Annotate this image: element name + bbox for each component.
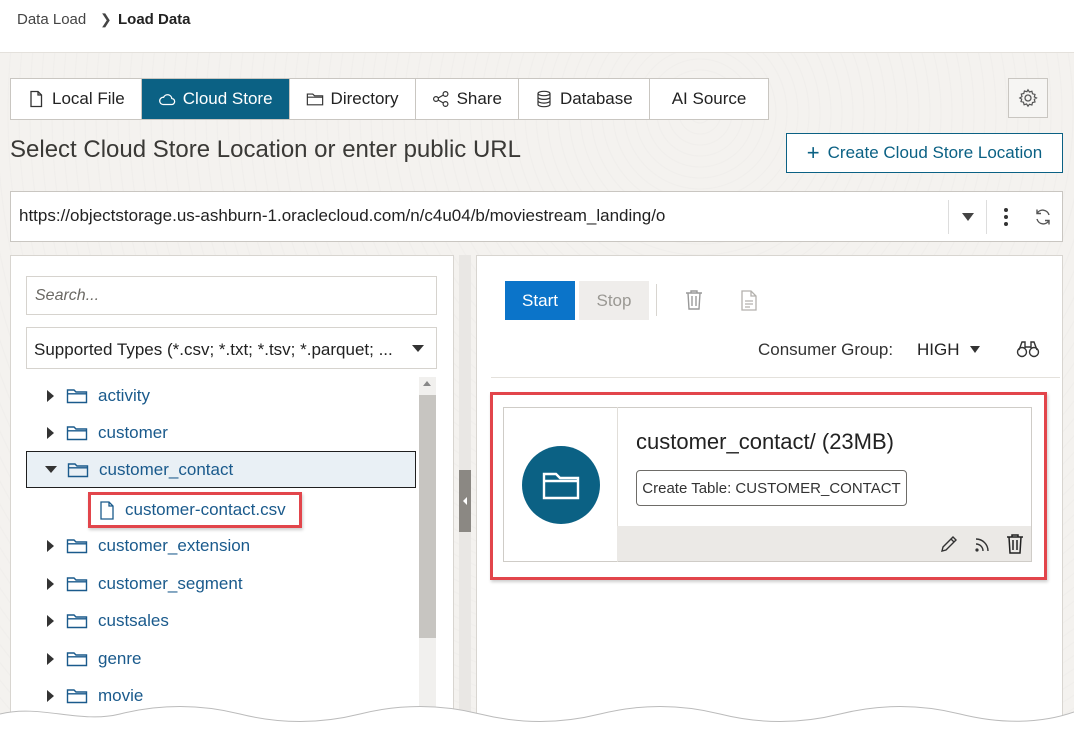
folder-icon <box>66 613 88 628</box>
file-type-filter[interactable]: Supported Types (*.csv; *.txt; *.tsv; *.… <box>26 327 437 369</box>
tree-item-label: activity <box>98 385 150 405</box>
tree-item-custsales[interactable]: custsales <box>26 602 416 639</box>
tree-item-label: customer_extension <box>98 535 251 555</box>
expand-arrow-icon[interactable] <box>47 652 54 665</box>
scroll-up-icon[interactable] <box>423 381 431 386</box>
divider <box>491 377 1060 378</box>
tree-item-customer-extension[interactable]: customer_extension <box>26 527 416 564</box>
tree-scrollbar-thumb[interactable] <box>419 395 436 638</box>
gear-icon <box>1018 88 1038 108</box>
stop-button[interactable]: Stop <box>579 281 649 320</box>
expand-arrow-icon[interactable] <box>47 426 54 439</box>
report-icon[interactable] <box>740 290 758 311</box>
tree-item-activity[interactable]: activity <box>26 377 416 414</box>
tree-item-genre[interactable]: genre <box>26 640 416 677</box>
top-bar: Data Load ❯ Load Data <box>0 0 1074 53</box>
file-icon <box>100 500 114 520</box>
plus-icon: + <box>806 140 820 165</box>
file-label: customer-contact.csv <box>125 500 286 519</box>
tab-database[interactable]: Database <box>519 79 650 119</box>
tab-label: Directory <box>330 89 399 108</box>
url-dropdown-button[interactable] <box>949 200 986 234</box>
create-cloud-store-location-button[interactable]: + Create Cloud Store Location <box>786 133 1063 173</box>
tree-item-customer[interactable]: customer <box>26 414 416 451</box>
tab-label: Cloud Store <box>182 89 273 108</box>
source-tabs: Local File Cloud Store Directory Share D… <box>10 78 770 120</box>
tree-item-label: customer_contact <box>99 459 234 479</box>
expand-arrow-icon[interactable] <box>47 614 54 627</box>
url-combobox[interactable]: https://objectstorage.us-ashburn-1.oracl… <box>10 191 1063 242</box>
filter-value: Supported Types (*.csv; *.txt; *.tsv; *.… <box>34 340 393 359</box>
folder-icon <box>66 388 88 403</box>
more-vertical-icon <box>1003 208 1008 226</box>
breadcrumb-load-data: Load Data <box>118 11 191 28</box>
tree-file-customer-contact-csv[interactable]: customer-contact.csv <box>88 492 302 528</box>
url-tools <box>948 200 1061 234</box>
tree-item-customer-segment[interactable]: customer_segment <box>26 565 416 602</box>
torn-edge <box>0 706 1074 732</box>
tree-item-label: genre <box>98 648 142 668</box>
collapse-left-icon <box>463 497 467 505</box>
expand-arrow-icon[interactable] <box>47 577 54 590</box>
file-icon <box>30 90 43 108</box>
tab-local-file[interactable]: Local File <box>11 79 142 119</box>
expand-arrow-icon[interactable] <box>47 539 54 552</box>
binoculars-icon[interactable] <box>1016 339 1040 359</box>
search-input[interactable] <box>26 276 437 315</box>
tree-item-label: customer <box>98 422 168 442</box>
more-options-button[interactable] <box>987 200 1024 234</box>
start-button[interactable]: Start <box>505 281 575 320</box>
caret-down-icon <box>412 345 424 352</box>
database-icon <box>537 90 551 108</box>
folder-icon <box>66 576 88 591</box>
toolbar-divider <box>656 284 657 316</box>
folder-icon <box>306 93 323 106</box>
tree-item-customer-contact[interactable]: customer_contact <box>26 451 416 488</box>
caret-down-icon[interactable] <box>970 346 980 353</box>
splitter-handle[interactable] <box>459 470 471 532</box>
consumer-group-select[interactable]: HIGH <box>917 340 960 360</box>
folder-icon <box>67 462 89 477</box>
trash-icon[interactable] <box>684 289 704 311</box>
tab-label: Share <box>456 89 502 108</box>
tree-item-label: customer_segment <box>98 573 243 593</box>
tab-ai-source[interactable]: AI Source <box>650 79 769 119</box>
tab-share[interactable]: Share <box>416 79 519 119</box>
refresh-button[interactable] <box>1024 200 1061 234</box>
tab-label: Local File <box>52 89 125 108</box>
expand-arrow-icon[interactable] <box>47 389 54 402</box>
folder-icon <box>66 651 88 666</box>
callout-highlight-card <box>490 392 1047 580</box>
cloud-icon <box>158 94 176 106</box>
chevron-right-icon: ❯ <box>100 11 112 27</box>
tab-directory[interactable]: Directory <box>290 79 416 119</box>
url-input[interactable]: https://objectstorage.us-ashburn-1.oracl… <box>19 206 665 226</box>
folder-icon <box>66 538 88 553</box>
page-title: Select Cloud Store Location or enter pub… <box>10 136 521 163</box>
caret-down-icon <box>961 213 974 221</box>
share-icon <box>432 90 449 108</box>
collapse-arrow-icon[interactable] <box>45 466 57 473</box>
breadcrumb-data-load[interactable]: Data Load <box>17 11 86 28</box>
consumer-group-label: Consumer Group: <box>758 340 894 359</box>
tab-label: Database <box>559 89 633 108</box>
tab-label: AI Source <box>671 89 747 108</box>
create-button-label: Create Cloud Store Location <box>827 143 1043 162</box>
folder-icon <box>66 425 88 440</box>
tab-cloud-store[interactable]: Cloud Store <box>141 79 290 119</box>
tree-item-label: custsales <box>98 610 169 630</box>
settings-button[interactable] <box>1008 78 1048 118</box>
refresh-icon <box>1035 209 1050 225</box>
